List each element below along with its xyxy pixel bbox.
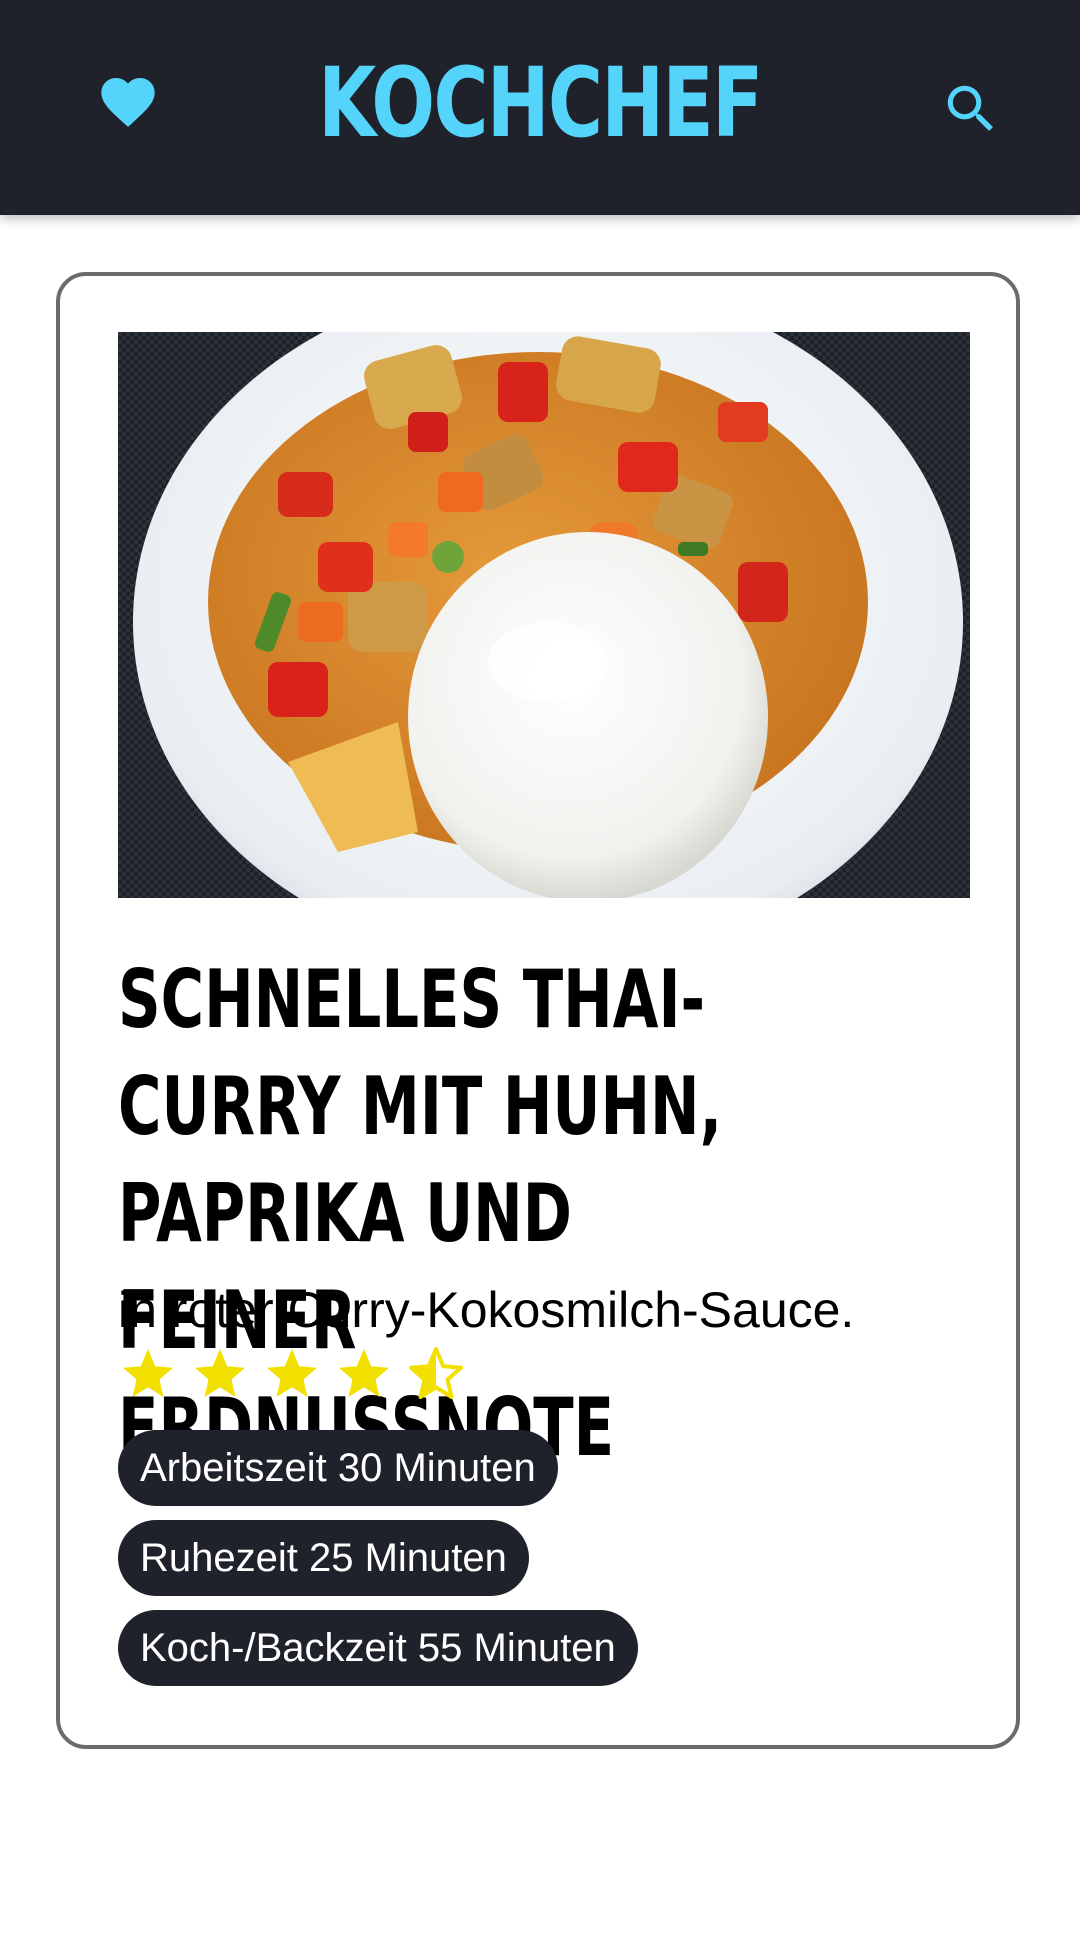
rating-stars bbox=[118, 1344, 466, 1416]
app-logo[interactable]: KOCHCHEF bbox=[119, 38, 961, 168]
star-full-icon bbox=[123, 1349, 173, 1397]
tag-work-time: Arbeitszeit 30 Minuten bbox=[118, 1430, 558, 1506]
star-full-icon bbox=[267, 1349, 317, 1397]
tag-rest-time: Ruhezeit 25 Minuten bbox=[118, 1520, 529, 1596]
recipe-photo[interactable] bbox=[118, 332, 970, 898]
recipe-subtitle: in roter Curry-Kokosmilch-Sauce. bbox=[118, 1282, 855, 1338]
star-full-icon bbox=[195, 1349, 245, 1397]
star-half-icon bbox=[409, 1347, 463, 1399]
tag-cook-time: Koch-/Backzeit 55 Minuten bbox=[118, 1610, 638, 1686]
recipe-card[interactable]: Schnelles Thai-Curry mit Huhn, Paprika u… bbox=[56, 272, 1020, 1749]
search-icon[interactable] bbox=[940, 78, 1002, 140]
app-header: KOCHCHEF bbox=[0, 0, 1080, 215]
star-full-icon bbox=[339, 1349, 389, 1397]
